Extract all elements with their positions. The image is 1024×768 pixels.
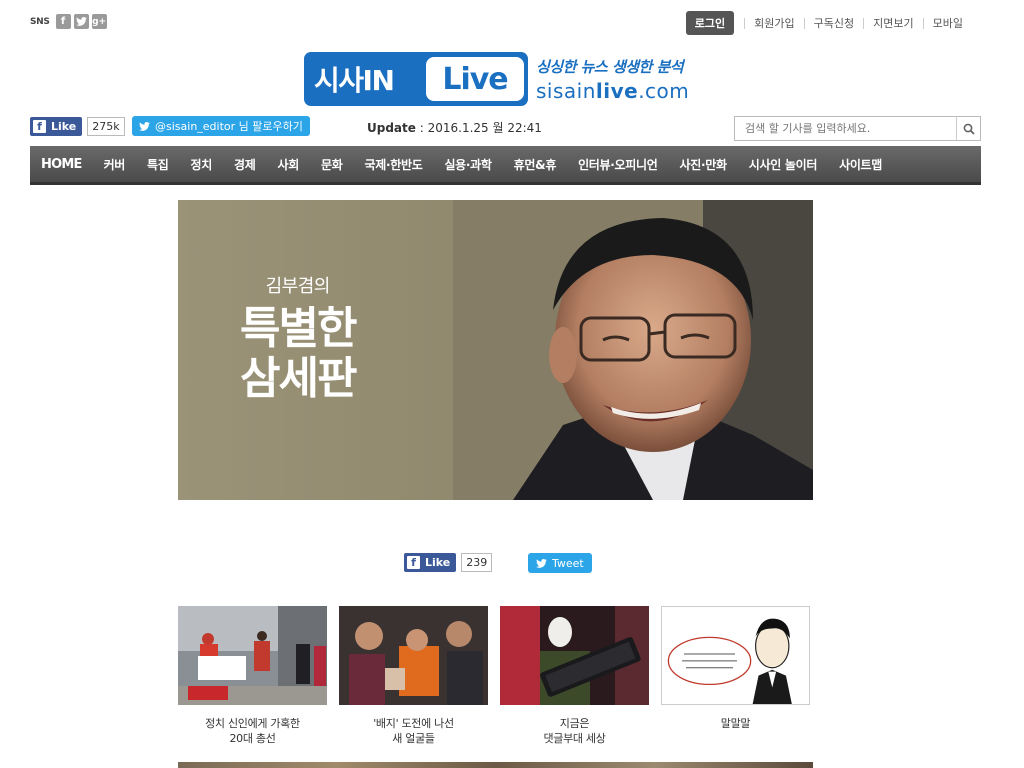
thumbnail-image xyxy=(500,606,649,705)
next-banner-preview[interactable] xyxy=(178,762,813,768)
update-time: Update : 2016.1.25 월 22:41 xyxy=(367,119,542,136)
nav-playground[interactable]: 시사인 놀이터 xyxy=(749,156,818,173)
thumbnail-item[interactable]: 지금은 댓글부대 세상 xyxy=(500,606,649,746)
twitter-follow-label: @sisain_editor 님 팔로우하기 xyxy=(155,120,303,133)
facebook-like-count: 275k xyxy=(87,117,125,136)
caption-line: 20대 총선 xyxy=(229,732,276,745)
hero-headline: 김부겸의 특별한 삼세판 xyxy=(240,272,357,404)
twitter-icon xyxy=(139,121,150,131)
print-edition-link[interactable]: 지면보기 xyxy=(863,17,922,29)
logo-live: Live xyxy=(426,57,524,101)
page: SNS f g+ 로그인 회원가입 구독신청 지면보기 모바일 시사IN Liv… xyxy=(0,0,1024,768)
main-nav: HOME 커버 특집 정치 경제 사회 문화 국제·한반도 실용·과학 휴먼&휴… xyxy=(30,146,981,185)
facebook-icon: f xyxy=(407,556,420,569)
nav-culture[interactable]: 문화 xyxy=(321,156,343,173)
top-links: 로그인 회원가입 구독신청 지면보기 모바일 xyxy=(685,11,972,35)
hero-banner[interactable]: 김부겸의 특별한 삼세판 xyxy=(178,200,813,500)
thumbnail-caption: 말말말 xyxy=(661,716,810,731)
facebook-like-label: Like xyxy=(51,120,77,133)
twitter-icon[interactable] xyxy=(73,14,89,29)
hero-title-line1: 특별한 xyxy=(240,303,357,354)
thumbnail-item[interactable]: '배지' 도전에 나선 새 얼굴들 xyxy=(339,606,488,746)
caption-line: 지금은 xyxy=(559,717,590,730)
facebook-like-widget: f Like 275k xyxy=(30,117,125,136)
login-button[interactable]: 로그인 xyxy=(685,11,735,35)
sns-label: SNS xyxy=(30,16,50,27)
thumbnail-item[interactable]: 정치 신인에게 가혹한 20대 총선 xyxy=(178,606,327,746)
thumbnail-grid: 정치 신인에게 가혹한 20대 총선 '배지' 도전에 나선 새 얼굴들 지금은… xyxy=(178,606,810,746)
facebook-like-label: Like xyxy=(425,556,451,569)
nav-cover[interactable]: 커버 xyxy=(104,156,126,173)
sns-bar: SNS f g+ xyxy=(30,14,107,29)
logo-tagline: 싱싱한 뉴스 생생한 분석 sisainlive.com xyxy=(536,56,689,103)
thumbnail-item[interactable]: 말말말 xyxy=(661,606,810,746)
site-logo[interactable]: 시사IN Live 싱싱한 뉴스 생생한 분석 sisainlive.com xyxy=(304,52,689,106)
signup-link[interactable]: 회원가입 xyxy=(744,17,803,29)
search-icon xyxy=(963,123,975,135)
subscribe-link[interactable]: 구독신청 xyxy=(803,17,863,29)
nav-sitemap[interactable]: 사이트맵 xyxy=(839,156,882,173)
nav-human[interactable]: 휴먼&휴 xyxy=(514,156,557,173)
facebook-share-widget: f Like 239 xyxy=(404,553,493,572)
twitter-icon xyxy=(536,558,547,568)
tweet-button[interactable]: Tweet xyxy=(528,553,592,573)
search-input[interactable] xyxy=(735,117,956,140)
caption-line: '배지' 도전에 나선 xyxy=(373,717,454,730)
update-value: : 2016.1.25 월 22:41 xyxy=(419,121,542,135)
facebook-icon[interactable]: f xyxy=(55,14,71,29)
tweet-label: Tweet xyxy=(552,556,584,570)
nav-international[interactable]: 국제·한반도 xyxy=(364,156,422,173)
nav-photo[interactable]: 사진·만화 xyxy=(680,156,728,173)
caption-line: 정치 신인에게 가혹한 xyxy=(205,717,300,730)
nav-special[interactable]: 특집 xyxy=(147,156,169,173)
search-box xyxy=(734,116,981,141)
thumbnail-image xyxy=(661,606,810,705)
logo-sisain: 시사IN xyxy=(314,64,395,97)
logo-url: sisainlive.com xyxy=(536,78,690,103)
nav-interview[interactable]: 인터뷰·오피니언 xyxy=(578,156,658,173)
thumbnail-caption: 지금은 댓글부대 세상 xyxy=(500,716,649,746)
nav-science[interactable]: 실용·과학 xyxy=(444,156,492,173)
update-label: Update xyxy=(367,121,416,135)
search-button[interactable] xyxy=(956,117,980,140)
thumbnail-caption: 정치 신인에게 가혹한 20대 총선 xyxy=(178,716,327,746)
facebook-like-button[interactable]: f Like xyxy=(30,117,83,136)
facebook-icon: f xyxy=(33,120,46,133)
hero-title-line2: 삼세판 xyxy=(240,353,357,404)
mobile-link[interactable]: 모바일 xyxy=(922,17,972,29)
thumbnail-caption: '배지' 도전에 나선 새 얼굴들 xyxy=(339,716,488,746)
nav-politics[interactable]: 정치 xyxy=(191,156,213,173)
logo-box: 시사IN Live xyxy=(304,52,528,106)
caption-line: 댓글부대 세상 xyxy=(543,732,606,745)
nav-home[interactable]: HOME xyxy=(41,157,82,172)
thumbnail-image xyxy=(339,606,488,705)
twitter-follow-button[interactable]: @sisain_editor 님 팔로우하기 xyxy=(132,116,310,136)
facebook-like-button[interactable]: f Like xyxy=(404,553,457,572)
logo-slogan: 싱싱한 뉴스 생생한 분석 xyxy=(536,57,684,76)
googleplus-icon[interactable]: g+ xyxy=(91,14,107,29)
facebook-like-count: 239 xyxy=(461,553,493,572)
nav-economy[interactable]: 경제 xyxy=(234,156,256,173)
nav-society[interactable]: 사회 xyxy=(278,156,300,173)
hero-portrait-image xyxy=(453,200,813,500)
thumbnail-image xyxy=(178,606,327,705)
caption-line: 말말말 xyxy=(720,717,751,730)
caption-line: 새 얼굴들 xyxy=(392,732,435,745)
hero-subtitle: 김부겸의 xyxy=(265,276,331,297)
